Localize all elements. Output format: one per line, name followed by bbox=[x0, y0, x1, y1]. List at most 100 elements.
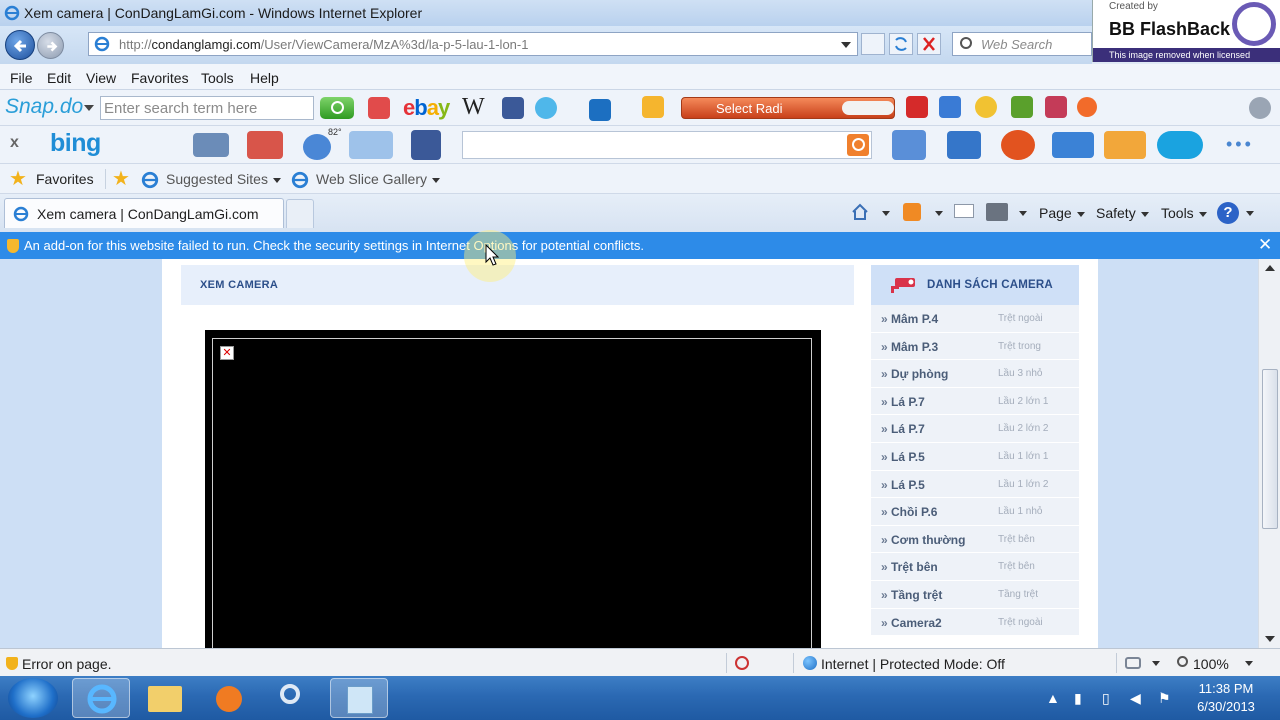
menu-favorites[interactable]: Favorites bbox=[131, 70, 189, 86]
like-icon[interactable] bbox=[892, 130, 926, 160]
taskbar-internet-explorer[interactable] bbox=[72, 678, 130, 718]
mail-icon[interactable] bbox=[349, 131, 393, 159]
security-zone-text[interactable]: Internet | Protected Mode: Off bbox=[821, 656, 1005, 672]
camera-list-item[interactable]: Lá P.5 Lầu 1 lớn 1 bbox=[871, 442, 1079, 471]
action-center-flag-icon[interactable]: ⚑ bbox=[1158, 690, 1171, 707]
tray-expand-icon[interactable]: ▲ bbox=[1046, 690, 1060, 706]
scrollbar-thumb[interactable] bbox=[1262, 369, 1278, 529]
print-dropdown-icon[interactable] bbox=[1019, 211, 1027, 216]
tv-icon[interactable] bbox=[368, 97, 390, 119]
news-feed-icon[interactable] bbox=[193, 133, 229, 157]
tools-menu[interactable]: Tools bbox=[1161, 205, 1207, 221]
camera-list-item[interactable]: Camera2 Trệt ngoài bbox=[871, 608, 1079, 637]
help-dropdown-icon[interactable] bbox=[1246, 211, 1254, 216]
privacy-icon[interactable] bbox=[735, 656, 749, 670]
read-mail-icon[interactable] bbox=[954, 204, 974, 218]
back-button[interactable] bbox=[5, 30, 35, 60]
info-bar-close-icon[interactable]: ✕ bbox=[1258, 235, 1272, 255]
radio-volume-slider[interactable] bbox=[842, 101, 894, 115]
web-slice-gallery-link[interactable]: Web Slice Gallery bbox=[316, 171, 441, 187]
suggested-sites-link[interactable]: Suggested Sites bbox=[166, 171, 281, 187]
start-button[interactable] bbox=[8, 678, 58, 718]
facebook-icon[interactable] bbox=[502, 97, 524, 119]
address-dropdown-icon[interactable] bbox=[841, 42, 851, 48]
camera-list-item[interactable]: Mâm P.3 Trệt trong bbox=[871, 332, 1079, 361]
skype-icon[interactable] bbox=[1157, 131, 1203, 159]
games-icon[interactable] bbox=[1011, 96, 1033, 118]
system-clock[interactable]: 11:38 PM 6/30/2013 bbox=[1186, 680, 1266, 716]
error-on-page-text[interactable]: Error on page. bbox=[22, 656, 112, 672]
maps-icon[interactable] bbox=[247, 131, 283, 159]
tab-xem-camera[interactable]: Xem camera | ConDangLamGi.com bbox=[4, 198, 284, 228]
compatibility-view-button[interactable] bbox=[861, 33, 885, 55]
camera-video-player[interactable]: ✕ bbox=[205, 330, 821, 648]
chat-icon[interactable] bbox=[947, 131, 981, 159]
snapdo-dropdown-icon[interactable] bbox=[84, 105, 94, 111]
camera-list-item[interactable]: Cơm thường Trệt bên bbox=[871, 525, 1079, 554]
camera-list-item[interactable]: Tầng trệt Tầng trệt bbox=[871, 580, 1079, 609]
web-search-box[interactable]: Web Search bbox=[952, 32, 1092, 56]
network-signal-icon[interactable]: ▮ bbox=[1074, 690, 1082, 707]
close-toolbar-icon[interactable] bbox=[1077, 97, 1097, 117]
volume-icon[interactable]: ◀ bbox=[1130, 690, 1141, 707]
search-s-icon[interactable] bbox=[1001, 130, 1035, 160]
refresh-button[interactable] bbox=[889, 33, 913, 55]
weather-icon[interactable] bbox=[975, 96, 997, 118]
camera-list-item[interactable]: Lá P.7 Lầu 2 lớn 1 bbox=[871, 387, 1079, 416]
feeds-icon[interactable] bbox=[903, 203, 921, 221]
battery-icon[interactable]: ▯ bbox=[1102, 690, 1110, 707]
taskbar-explorer[interactable] bbox=[136, 678, 194, 718]
address-bar[interactable]: http://condanglamgi.com/User/ViewCamera/… bbox=[88, 32, 858, 56]
info-bar[interactable]: An add-on for this website failed to run… bbox=[0, 232, 1280, 259]
wikipedia-icon[interactable]: W bbox=[462, 94, 485, 121]
home-icon[interactable] bbox=[850, 202, 870, 222]
snapdo-logo[interactable]: Snap.do bbox=[5, 95, 83, 119]
apps-icon[interactable] bbox=[1045, 96, 1067, 118]
gear-icon[interactable] bbox=[1249, 97, 1271, 119]
snapdo-search-input[interactable] bbox=[100, 96, 314, 120]
menu-help[interactable]: Help bbox=[250, 70, 279, 86]
taskbar-search[interactable] bbox=[264, 678, 322, 718]
bing-search-button[interactable] bbox=[847, 134, 869, 156]
music-icon[interactable] bbox=[1104, 131, 1146, 159]
camera-list-item[interactable]: Lá P.7 Lầu 2 lớn 2 bbox=[871, 415, 1079, 443]
feeds-dropdown-icon[interactable] bbox=[935, 211, 943, 216]
help-icon[interactable]: ? bbox=[1217, 202, 1239, 224]
camera-list-item[interactable]: Trệt bên Trệt bên bbox=[871, 553, 1079, 581]
radio-player[interactable]: Select Radi bbox=[681, 97, 895, 119]
add-favorite-icon[interactable]: ★ bbox=[112, 169, 132, 189]
camera-icon[interactable] bbox=[589, 99, 611, 121]
pdf-icon[interactable] bbox=[906, 96, 928, 118]
bing-search-input[interactable] bbox=[462, 131, 872, 159]
snapdo-search-button[interactable] bbox=[320, 97, 354, 119]
page-scrollbar[interactable] bbox=[1258, 259, 1280, 648]
camera-list-item[interactable]: Chồi P.6 Lầu 1 nhỏ bbox=[871, 498, 1079, 526]
weather-globe-icon[interactable] bbox=[303, 134, 331, 160]
favorites-button[interactable]: Favorites bbox=[36, 171, 94, 187]
menu-tools[interactable]: Tools bbox=[201, 70, 234, 86]
menu-view[interactable]: View bbox=[86, 70, 116, 86]
bing-close-button[interactable]: x bbox=[10, 134, 19, 152]
chevron-down-icon[interactable] bbox=[1152, 661, 1160, 666]
camera-list-item[interactable]: Dự phòng Lầu 3 nhỏ bbox=[871, 360, 1079, 388]
menu-file[interactable]: File bbox=[10, 70, 33, 86]
camera-list-item[interactable]: Mâm P.4 Trệt ngoài bbox=[871, 305, 1079, 333]
twitter-icon[interactable] bbox=[535, 97, 557, 119]
safety-menu[interactable]: Safety bbox=[1096, 205, 1149, 221]
forward-button[interactable] bbox=[37, 32, 64, 59]
protected-mode-icon[interactable] bbox=[1125, 657, 1141, 669]
translate-icon[interactable] bbox=[939, 96, 961, 118]
stop-button[interactable] bbox=[917, 33, 941, 55]
video-icon[interactable] bbox=[1052, 132, 1094, 158]
error-warning-icon[interactable] bbox=[6, 657, 18, 670]
camera-list-item[interactable]: Lá P.5 Lầu 1 lớn 2 bbox=[871, 470, 1079, 499]
scroll-up-icon[interactable] bbox=[1265, 265, 1275, 271]
bing-logo[interactable]: bing bbox=[50, 129, 101, 158]
more-icon[interactable]: ••• bbox=[1226, 134, 1254, 155]
zoom-dropdown-icon[interactable] bbox=[1245, 661, 1253, 666]
page-menu[interactable]: Page bbox=[1039, 205, 1085, 221]
zoom-level[interactable]: 100% bbox=[1193, 656, 1229, 672]
home-dropdown-icon[interactable] bbox=[882, 211, 890, 216]
new-tab-button[interactable] bbox=[286, 199, 314, 228]
print-icon[interactable] bbox=[986, 203, 1008, 221]
